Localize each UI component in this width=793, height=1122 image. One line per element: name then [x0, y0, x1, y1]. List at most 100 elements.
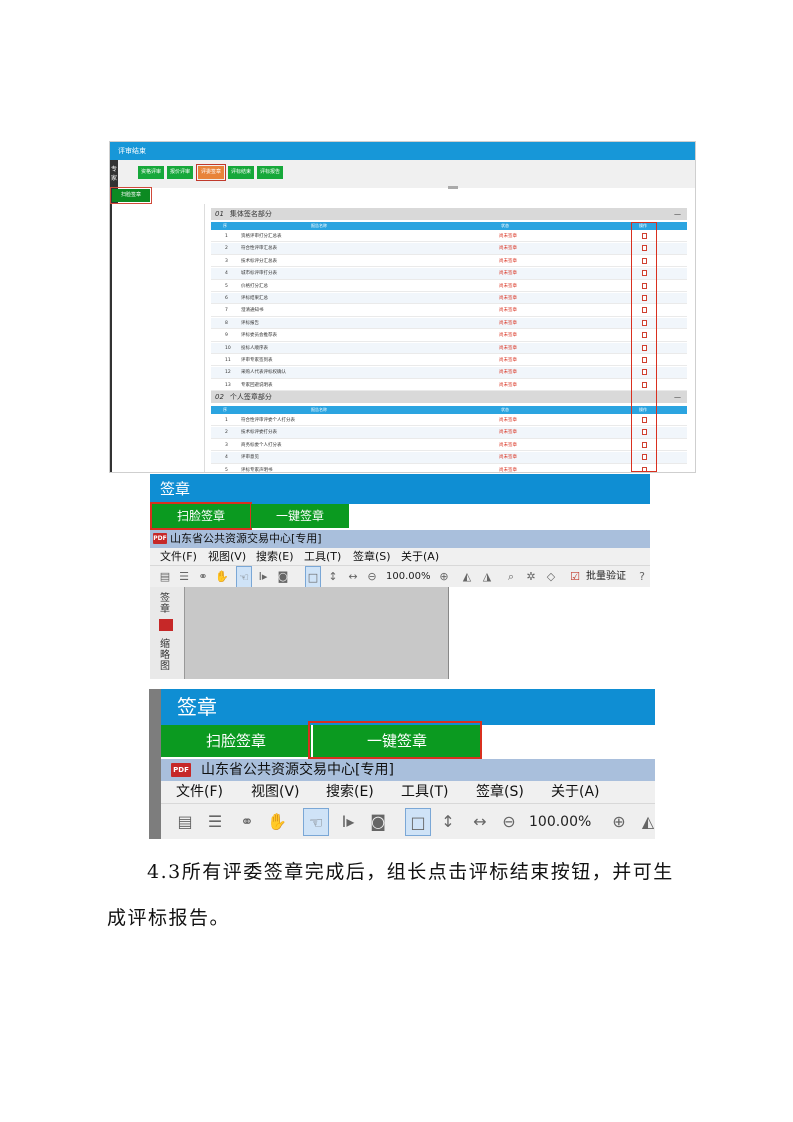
- tab-qualification[interactable]: 资格评审: [138, 166, 164, 179]
- rotate-right-icon[interactable]: ◮: [480, 566, 494, 588]
- table-row: 8 评标报告 尚未签章: [211, 317, 687, 330]
- zoom-out-icon[interactable]: ⊖: [499, 804, 519, 839]
- tab-price[interactable]: 报价评审: [167, 166, 193, 179]
- menu-about[interactable]: 关于(A): [401, 548, 439, 565]
- binoculars-icon[interactable]: ⚭: [237, 804, 257, 839]
- fit-height-icon[interactable]: ↕: [326, 566, 340, 588]
- sign-status: 尚未签章: [499, 333, 517, 339]
- magnifier-icon[interactable]: ⌕: [504, 566, 518, 588]
- sign-side-icon[interactable]: [159, 619, 173, 631]
- table-row: 4 城市标评审打分表 尚未签章: [211, 268, 687, 280]
- menu-sign[interactable]: 签章(S): [353, 548, 391, 565]
- list-icon[interactable]: ☰: [205, 804, 225, 839]
- section-collective: 01 集体签名部分 —: [211, 208, 687, 220]
- sign-status: 尚未签章: [499, 382, 517, 388]
- minimize-icon[interactable]: —: [674, 391, 681, 403]
- row-number: 6: [225, 296, 228, 301]
- report-name: 专家回避说明表: [241, 382, 273, 388]
- report-name: 评标专家声明书: [241, 467, 273, 473]
- batch-verify-label[interactable]: 批量验证: [586, 566, 626, 588]
- print-icon[interactable]: ▤: [175, 804, 195, 839]
- diamond-icon[interactable]: ◇: [544, 566, 558, 588]
- menu-tools[interactable]: 工具(T): [401, 781, 448, 803]
- menu-file[interactable]: 文件(F): [176, 781, 223, 803]
- sign-status: 尚未签章: [499, 271, 517, 277]
- side-sign-label[interactable]: 签章: [160, 593, 172, 615]
- row-number: 13: [225, 382, 231, 388]
- report-name: 采购人代表评标权确认: [241, 370, 286, 376]
- sign-status: 尚未签章: [499, 345, 517, 351]
- collapse-handle[interactable]: [448, 186, 458, 189]
- section-title: 个人签章部分: [229, 393, 272, 401]
- row-number: 2: [225, 430, 228, 436]
- tab-sign[interactable]: 评委签章: [196, 164, 226, 181]
- table-header: 序 报告名称 状态 操作: [211, 222, 687, 230]
- row-number: 9: [225, 333, 228, 339]
- tab-end[interactable]: 评标结束: [228, 166, 254, 179]
- menu-search[interactable]: 搜索(E): [326, 781, 374, 803]
- section-number: 02: [215, 393, 224, 401]
- help-icon[interactable]: ?: [636, 566, 648, 588]
- select-text-icon[interactable]: I▸: [337, 804, 359, 839]
- snapshot-icon[interactable]: ◙: [276, 566, 290, 588]
- row-number: 8: [225, 320, 228, 326]
- sign-panel-title: 签章: [161, 689, 655, 725]
- section-personal: 02 个人签章部分 —: [211, 391, 687, 403]
- col-status: 状态: [501, 407, 509, 412]
- side-thumb-label[interactable]: 缩略图: [160, 639, 172, 672]
- zoom-level[interactable]: 100.00%: [529, 804, 591, 839]
- snapshot-icon[interactable]: ◙: [367, 804, 389, 839]
- hand-icon[interactable]: ✋: [267, 804, 287, 839]
- highlight-one-click: [308, 721, 482, 759]
- report-name: 资格评审打分汇总表: [241, 234, 282, 239]
- menu-tools[interactable]: 工具(T): [304, 548, 341, 565]
- table-row: 10 投标人顺序表 尚未签章: [211, 342, 687, 354]
- rotate-left-icon[interactable]: ◭: [460, 566, 474, 588]
- zoom-level[interactable]: 100.00%: [386, 566, 431, 588]
- fit-width-icon[interactable]: ↔: [469, 804, 491, 839]
- table-row: 13 专家回避说明表 尚未签章: [211, 380, 687, 392]
- menu-file[interactable]: 文件(F): [160, 548, 197, 565]
- sign-status: 尚未签章: [499, 418, 517, 423]
- fit-page-icon[interactable]: □: [405, 808, 431, 836]
- zoom-in-icon[interactable]: ⊕: [609, 804, 629, 839]
- hand-icon[interactable]: ✋: [215, 566, 229, 588]
- document-canvas: [185, 587, 448, 679]
- row-number: 10: [225, 345, 231, 351]
- rotate-left-icon[interactable]: ◭: [641, 804, 655, 839]
- report-name: 投标人顺序表: [241, 345, 268, 351]
- col-status: 状态: [501, 223, 509, 228]
- menu-view[interactable]: 视图(V): [208, 548, 246, 565]
- tools-icon[interactable]: ✲: [524, 566, 538, 588]
- window-titlebar: 山东省公共资源交易中心[专用]: [150, 530, 650, 548]
- zoom-out-icon[interactable]: ⊖: [365, 566, 379, 588]
- print-icon[interactable]: ▤: [158, 566, 172, 588]
- one-click-sign-button[interactable]: 一键签章: [251, 504, 349, 528]
- tab-report[interactable]: 评标报告: [257, 166, 283, 179]
- batch-verify-icon[interactable]: ☑: [568, 566, 582, 588]
- menu-view[interactable]: 视图(V): [251, 781, 300, 803]
- scan-sign-button[interactable]: 扫脸签章: [161, 725, 311, 757]
- report-name: 符合性评审汇总表: [241, 246, 277, 252]
- binoculars-icon[interactable]: ⚭: [196, 566, 210, 588]
- fit-height-icon[interactable]: ↕: [437, 804, 459, 839]
- menu-about[interactable]: 关于(A): [551, 781, 600, 803]
- window-title: 山东省公共资源交易中心[专用]: [170, 532, 322, 545]
- sign-status: 尚未签章: [499, 467, 517, 473]
- list-icon[interactable]: ☰: [177, 566, 191, 588]
- pan-icon[interactable]: ☜: [303, 808, 329, 836]
- table-header: 序 报告名称 状态 操作: [211, 406, 687, 414]
- zoom-in-icon[interactable]: ⊕: [437, 566, 451, 588]
- scan-sign-button[interactable]: 扫脸签章: [110, 187, 152, 204]
- sign-status: 尚未签章: [499, 358, 517, 363]
- pdf-icon: PDF: [171, 763, 191, 777]
- menu-sign[interactable]: 签章(S): [476, 781, 524, 803]
- sign-panel-title: 签章: [150, 474, 650, 504]
- side-tab-label: 专家: [110, 166, 117, 182]
- report-name: 评审意见: [241, 455, 259, 461]
- left-edge: [149, 689, 161, 839]
- fit-width-icon[interactable]: ↔: [346, 566, 360, 588]
- menu-search[interactable]: 搜索(E): [256, 548, 294, 565]
- select-text-icon[interactable]: I▸: [256, 566, 270, 588]
- minimize-icon[interactable]: —: [674, 208, 681, 220]
